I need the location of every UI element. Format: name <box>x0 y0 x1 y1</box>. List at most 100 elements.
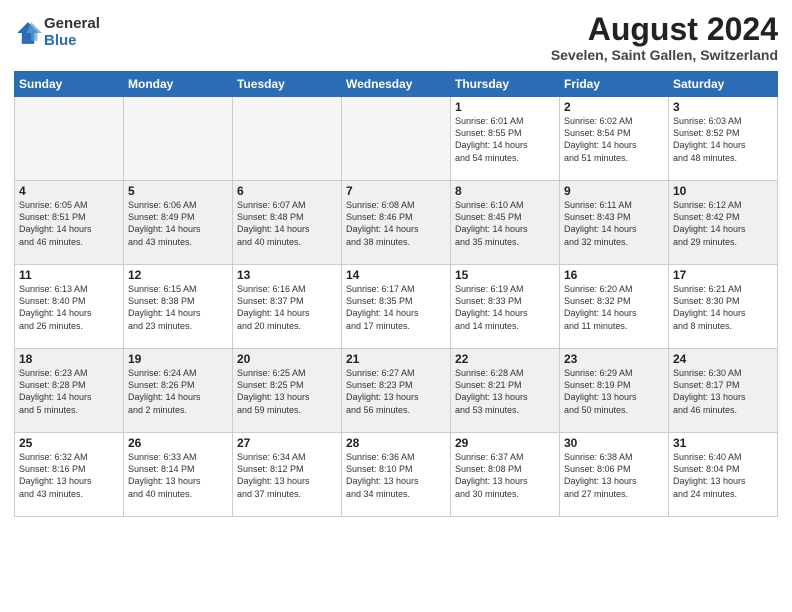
month-title: August 2024 <box>551 12 778 47</box>
day-info: Sunrise: 6:21 AM Sunset: 8:30 PM Dayligh… <box>673 283 773 332</box>
table-row: 10Sunrise: 6:12 AM Sunset: 8:42 PM Dayli… <box>669 181 778 265</box>
day-number: 31 <box>673 436 773 450</box>
day-number: 23 <box>564 352 664 366</box>
table-row <box>124 97 233 181</box>
day-info: Sunrise: 6:20 AM Sunset: 8:32 PM Dayligh… <box>564 283 664 332</box>
table-row: 13Sunrise: 6:16 AM Sunset: 8:37 PM Dayli… <box>233 265 342 349</box>
day-number: 14 <box>346 268 446 282</box>
col-tuesday: Tuesday <box>233 72 342 97</box>
table-row: 2Sunrise: 6:02 AM Sunset: 8:54 PM Daylig… <box>560 97 669 181</box>
calendar-week-row: 4Sunrise: 6:05 AM Sunset: 8:51 PM Daylig… <box>15 181 778 265</box>
table-row: 26Sunrise: 6:33 AM Sunset: 8:14 PM Dayli… <box>124 433 233 517</box>
day-info: Sunrise: 6:02 AM Sunset: 8:54 PM Dayligh… <box>564 115 664 164</box>
day-info: Sunrise: 6:34 AM Sunset: 8:12 PM Dayligh… <box>237 451 337 500</box>
calendar-week-row: 18Sunrise: 6:23 AM Sunset: 8:28 PM Dayli… <box>15 349 778 433</box>
col-wednesday: Wednesday <box>342 72 451 97</box>
day-number: 20 <box>237 352 337 366</box>
day-info: Sunrise: 6:17 AM Sunset: 8:35 PM Dayligh… <box>346 283 446 332</box>
table-row <box>15 97 124 181</box>
day-info: Sunrise: 6:12 AM Sunset: 8:42 PM Dayligh… <box>673 199 773 248</box>
table-row: 9Sunrise: 6:11 AM Sunset: 8:43 PM Daylig… <box>560 181 669 265</box>
day-number: 7 <box>346 184 446 198</box>
title-block: August 2024 Sevelen, Saint Gallen, Switz… <box>551 12 778 63</box>
table-row: 28Sunrise: 6:36 AM Sunset: 8:10 PM Dayli… <box>342 433 451 517</box>
day-info: Sunrise: 6:40 AM Sunset: 8:04 PM Dayligh… <box>673 451 773 500</box>
day-info: Sunrise: 6:13 AM Sunset: 8:40 PM Dayligh… <box>19 283 119 332</box>
day-number: 28 <box>346 436 446 450</box>
calendar-week-row: 1Sunrise: 6:01 AM Sunset: 8:55 PM Daylig… <box>15 97 778 181</box>
day-number: 13 <box>237 268 337 282</box>
col-thursday: Thursday <box>451 72 560 97</box>
table-row: 6Sunrise: 6:07 AM Sunset: 8:48 PM Daylig… <box>233 181 342 265</box>
day-info: Sunrise: 6:38 AM Sunset: 8:06 PM Dayligh… <box>564 451 664 500</box>
day-number: 8 <box>455 184 555 198</box>
table-row: 24Sunrise: 6:30 AM Sunset: 8:17 PM Dayli… <box>669 349 778 433</box>
day-number: 25 <box>19 436 119 450</box>
day-number: 18 <box>19 352 119 366</box>
col-sunday: Sunday <box>15 72 124 97</box>
day-info: Sunrise: 6:10 AM Sunset: 8:45 PM Dayligh… <box>455 199 555 248</box>
table-row: 17Sunrise: 6:21 AM Sunset: 8:30 PM Dayli… <box>669 265 778 349</box>
day-number: 30 <box>564 436 664 450</box>
table-row: 30Sunrise: 6:38 AM Sunset: 8:06 PM Dayli… <box>560 433 669 517</box>
header: General Blue August 2024 Sevelen, Saint … <box>14 12 778 63</box>
page: General Blue August 2024 Sevelen, Saint … <box>0 0 792 612</box>
table-row: 12Sunrise: 6:15 AM Sunset: 8:38 PM Dayli… <box>124 265 233 349</box>
table-row: 4Sunrise: 6:05 AM Sunset: 8:51 PM Daylig… <box>15 181 124 265</box>
day-info: Sunrise: 6:11 AM Sunset: 8:43 PM Dayligh… <box>564 199 664 248</box>
day-info: Sunrise: 6:23 AM Sunset: 8:28 PM Dayligh… <box>19 367 119 416</box>
day-number: 21 <box>346 352 446 366</box>
logo-blue-text: Blue <box>44 33 100 50</box>
day-number: 3 <box>673 100 773 114</box>
day-info: Sunrise: 6:06 AM Sunset: 8:49 PM Dayligh… <box>128 199 228 248</box>
col-friday: Friday <box>560 72 669 97</box>
day-number: 24 <box>673 352 773 366</box>
day-number: 11 <box>19 268 119 282</box>
day-info: Sunrise: 6:36 AM Sunset: 8:10 PM Dayligh… <box>346 451 446 500</box>
table-row: 19Sunrise: 6:24 AM Sunset: 8:26 PM Dayli… <box>124 349 233 433</box>
logo-text: General Blue <box>44 16 100 49</box>
table-row: 11Sunrise: 6:13 AM Sunset: 8:40 PM Dayli… <box>15 265 124 349</box>
day-info: Sunrise: 6:07 AM Sunset: 8:48 PM Dayligh… <box>237 199 337 248</box>
day-number: 2 <box>564 100 664 114</box>
day-number: 19 <box>128 352 228 366</box>
col-monday: Monday <box>124 72 233 97</box>
table-row: 25Sunrise: 6:32 AM Sunset: 8:16 PM Dayli… <box>15 433 124 517</box>
day-info: Sunrise: 6:27 AM Sunset: 8:23 PM Dayligh… <box>346 367 446 416</box>
day-number: 16 <box>564 268 664 282</box>
day-number: 17 <box>673 268 773 282</box>
day-number: 6 <box>237 184 337 198</box>
calendar-week-row: 25Sunrise: 6:32 AM Sunset: 8:16 PM Dayli… <box>15 433 778 517</box>
table-row: 20Sunrise: 6:25 AM Sunset: 8:25 PM Dayli… <box>233 349 342 433</box>
table-row: 18Sunrise: 6:23 AM Sunset: 8:28 PM Dayli… <box>15 349 124 433</box>
table-row: 14Sunrise: 6:17 AM Sunset: 8:35 PM Dayli… <box>342 265 451 349</box>
day-info: Sunrise: 6:24 AM Sunset: 8:26 PM Dayligh… <box>128 367 228 416</box>
day-number: 29 <box>455 436 555 450</box>
day-info: Sunrise: 6:37 AM Sunset: 8:08 PM Dayligh… <box>455 451 555 500</box>
day-number: 4 <box>19 184 119 198</box>
table-row: 1Sunrise: 6:01 AM Sunset: 8:55 PM Daylig… <box>451 97 560 181</box>
day-number: 27 <box>237 436 337 450</box>
table-row: 21Sunrise: 6:27 AM Sunset: 8:23 PM Dayli… <box>342 349 451 433</box>
day-info: Sunrise: 6:08 AM Sunset: 8:46 PM Dayligh… <box>346 199 446 248</box>
day-info: Sunrise: 6:05 AM Sunset: 8:51 PM Dayligh… <box>19 199 119 248</box>
table-row: 31Sunrise: 6:40 AM Sunset: 8:04 PM Dayli… <box>669 433 778 517</box>
day-info: Sunrise: 6:25 AM Sunset: 8:25 PM Dayligh… <box>237 367 337 416</box>
day-number: 1 <box>455 100 555 114</box>
calendar-header-row: Sunday Monday Tuesday Wednesday Thursday… <box>15 72 778 97</box>
day-info: Sunrise: 6:28 AM Sunset: 8:21 PM Dayligh… <box>455 367 555 416</box>
day-number: 15 <box>455 268 555 282</box>
logo-icon <box>14 19 42 47</box>
day-info: Sunrise: 6:03 AM Sunset: 8:52 PM Dayligh… <box>673 115 773 164</box>
table-row: 22Sunrise: 6:28 AM Sunset: 8:21 PM Dayli… <box>451 349 560 433</box>
day-number: 5 <box>128 184 228 198</box>
table-row: 7Sunrise: 6:08 AM Sunset: 8:46 PM Daylig… <box>342 181 451 265</box>
day-info: Sunrise: 6:01 AM Sunset: 8:55 PM Dayligh… <box>455 115 555 164</box>
day-info: Sunrise: 6:32 AM Sunset: 8:16 PM Dayligh… <box>19 451 119 500</box>
day-info: Sunrise: 6:30 AM Sunset: 8:17 PM Dayligh… <box>673 367 773 416</box>
table-row: 27Sunrise: 6:34 AM Sunset: 8:12 PM Dayli… <box>233 433 342 517</box>
day-info: Sunrise: 6:33 AM Sunset: 8:14 PM Dayligh… <box>128 451 228 500</box>
table-row: 8Sunrise: 6:10 AM Sunset: 8:45 PM Daylig… <box>451 181 560 265</box>
day-info: Sunrise: 6:29 AM Sunset: 8:19 PM Dayligh… <box>564 367 664 416</box>
table-row: 23Sunrise: 6:29 AM Sunset: 8:19 PM Dayli… <box>560 349 669 433</box>
